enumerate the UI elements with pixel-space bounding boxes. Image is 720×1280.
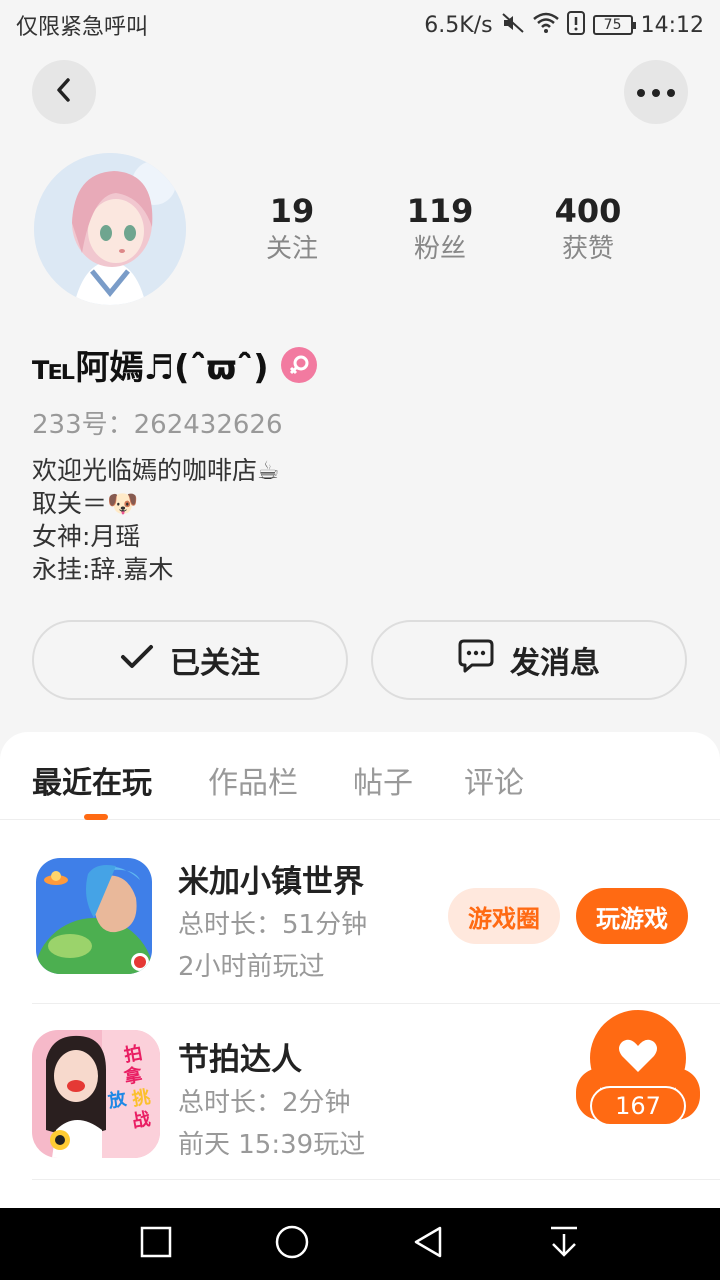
home-button[interactable] (272, 1224, 312, 1264)
game-icon[interactable]: 拍 拿 放 挑 战 (32, 1030, 160, 1158)
followed-label: 已关注 (170, 646, 260, 681)
game-last-played: 前天 15:39玩过 (178, 1130, 366, 1160)
game-title: 米加小镇世界 (178, 864, 364, 900)
send-message-label: 发消息 (510, 646, 600, 681)
followed-button[interactable]: 已关注 (32, 620, 348, 700)
bio-line: 永挂:辞.嘉木 (32, 555, 174, 584)
network-speed: 6.5K/s (424, 12, 493, 38)
circle-icon (274, 1224, 310, 1264)
bio-line: 女神:月瑶 (32, 522, 141, 551)
like-count: 167 (590, 1086, 686, 1126)
square-icon (140, 1226, 172, 1262)
user-name: ℡阿嫣♬(ˆ̑ϖˆ̑) (32, 348, 269, 388)
tab-bar: 最近在玩 作品栏 帖子 评论 (0, 732, 720, 820)
content-panel: 最近在玩 作品栏 帖子 评论 米加小镇世界 总时长：51分钟 2小时前玩过 游戏… (0, 732, 720, 1208)
stat-following[interactable]: 19 关注 (232, 190, 352, 266)
game-title: 节拍达人 (178, 1042, 302, 1078)
recent-apps-button[interactable] (136, 1224, 176, 1264)
game-last-played: 2小时前玩过 (178, 952, 325, 982)
status-right: 6.5K/s 75 14:12 (424, 10, 704, 40)
game-icon[interactable] (36, 858, 152, 974)
chevron-left-icon (52, 76, 76, 108)
stat-followers[interactable]: 119 粉丝 (380, 190, 500, 266)
more-button[interactable] (624, 60, 688, 124)
avatar[interactable] (34, 153, 186, 305)
pull-down-icon (548, 1225, 580, 1263)
stat-likes[interactable]: 400 获赞 (528, 190, 648, 266)
stat-likes-value: 400 (554, 192, 622, 230)
game-duration: 总时长：51分钟 (178, 910, 368, 940)
tab-posts[interactable]: 帖子 (353, 758, 413, 802)
game-circle-button[interactable]: 游戏圈 (448, 888, 560, 944)
name-row: ℡阿嫣♬(ˆ̑ϖˆ̑) (32, 340, 317, 389)
mute-icon (501, 12, 525, 39)
sim-alert-icon (566, 10, 585, 40)
tab-recent-play[interactable]: 最近在玩 (32, 758, 152, 802)
stat-following-value: 19 (269, 192, 315, 230)
heart-icon (618, 1038, 658, 1078)
game-duration: 总时长：2分钟 (178, 1088, 351, 1118)
chat-bubble-icon (458, 639, 494, 681)
system-back-button[interactable] (408, 1224, 448, 1264)
notification-pull-button[interactable] (544, 1224, 584, 1264)
more-dots-icon (636, 83, 676, 102)
bio-line: 取关＝🐶 (32, 489, 139, 518)
back-button[interactable] (32, 60, 96, 124)
clock: 14:12 (640, 12, 704, 38)
carrier-text: 仅限紧急呼叫 (16, 15, 149, 40)
game-item[interactable]: 米加小镇世界 总时长：51分钟 2小时前玩过 游戏圈 玩游戏 (32, 850, 720, 1004)
triangle-back-icon (412, 1225, 444, 1263)
tab-comments[interactable]: 评论 (464, 758, 524, 802)
check-icon (120, 643, 154, 678)
send-message-button[interactable]: 发消息 (371, 620, 687, 700)
stat-likes-label: 获赞 (561, 234, 614, 264)
like-float-button[interactable]: 167 (576, 1010, 700, 1128)
user-id: 233号：262432626 (32, 410, 283, 440)
user-bio: 欢迎光临嫣的咖啡店☕ 取关＝🐶 女神:月瑶 永挂:辞.嘉木 (32, 454, 279, 586)
system-nav-bar (0, 1208, 720, 1280)
tab-works[interactable]: 作品栏 (208, 758, 298, 802)
stat-followers-label: 粉丝 (413, 234, 466, 264)
stat-following-label: 关注 (265, 234, 318, 264)
bio-line: 欢迎光临嫣的咖啡店☕ (32, 456, 280, 485)
stat-followers-value: 119 (406, 192, 474, 230)
play-game-button[interactable]: 玩游戏 (576, 888, 688, 944)
status-bar: 仅限紧急呼叫 6.5K/s 75 14:12 (0, 0, 720, 50)
battery-icon: 75 (592, 15, 636, 35)
wifi-icon (532, 12, 559, 39)
active-tab-indicator (84, 814, 108, 820)
female-icon (280, 346, 317, 383)
